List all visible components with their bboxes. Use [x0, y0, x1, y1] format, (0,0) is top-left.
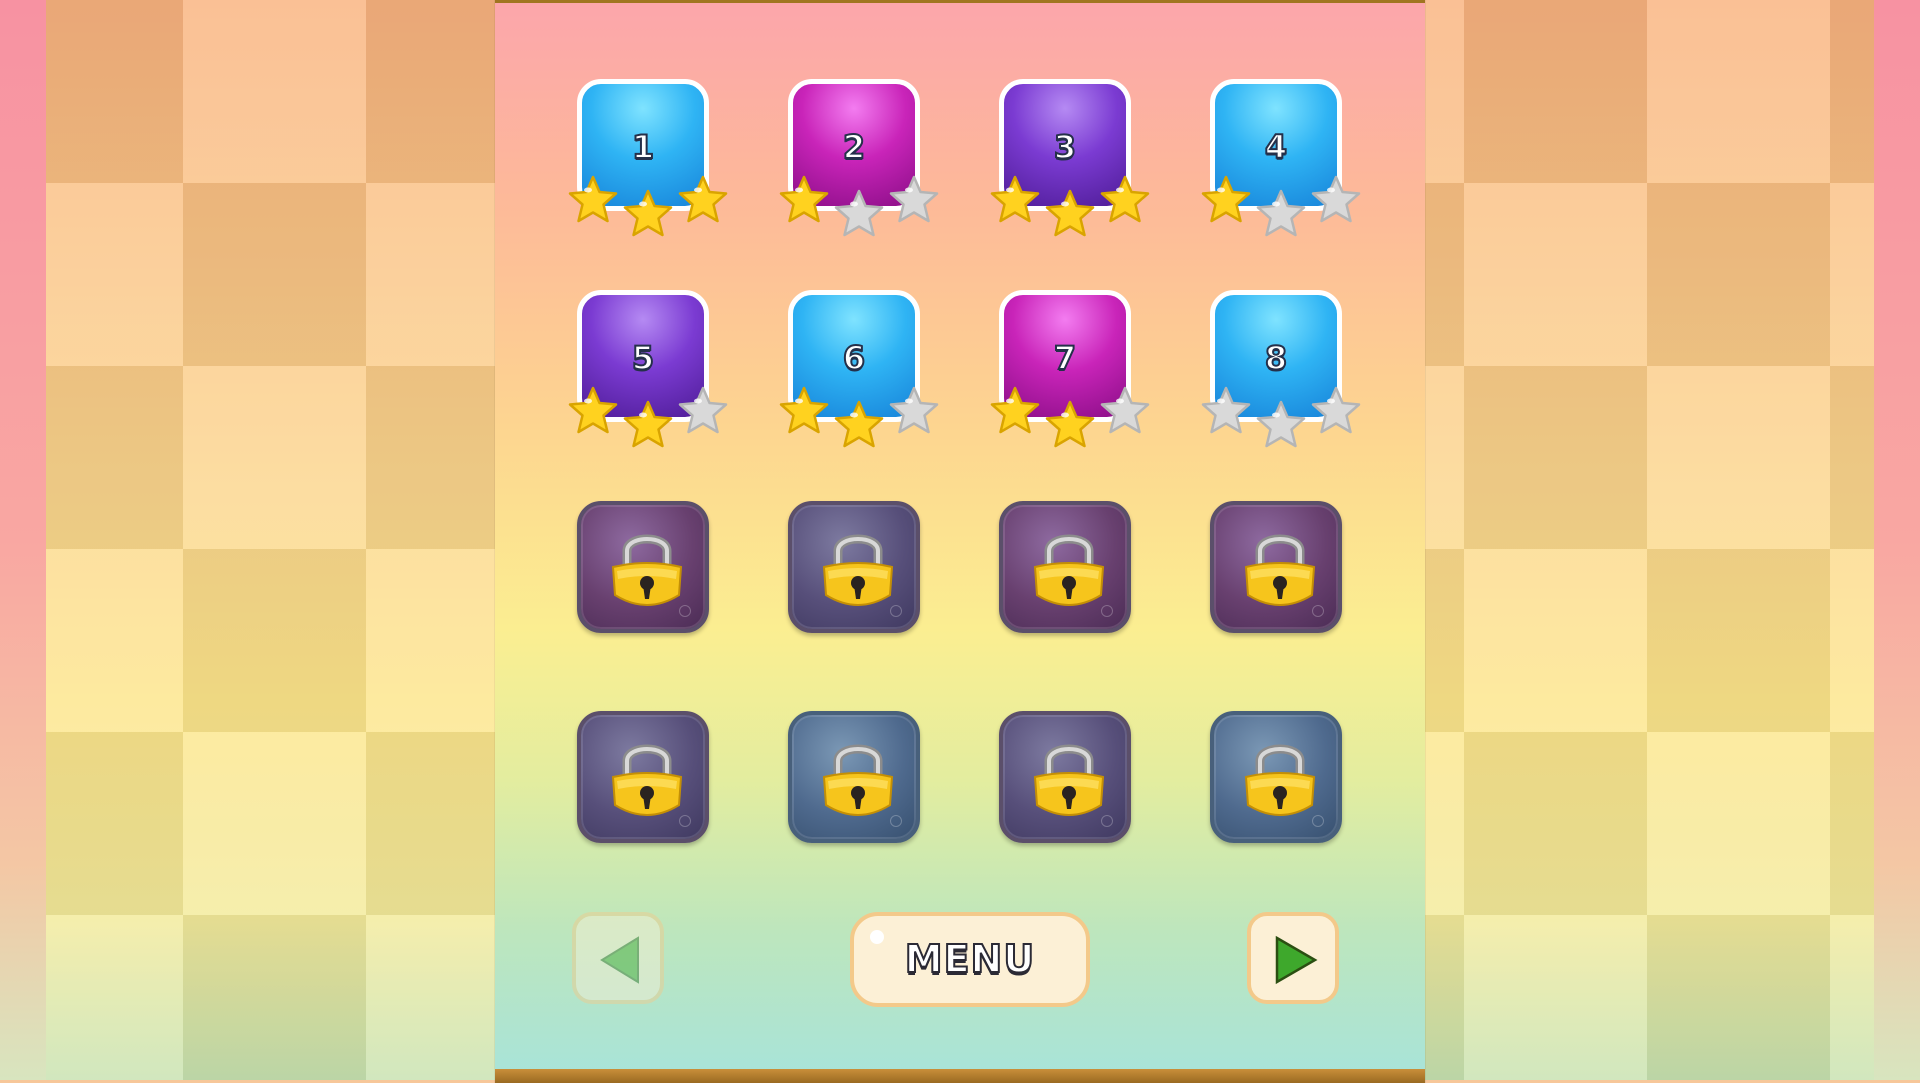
star-filled-icon: [832, 399, 886, 453]
level-select-panel: 1 2 3 4 5 6 7 8 MENU: [495, 0, 1425, 1083]
star-filled-icon: [777, 385, 831, 439]
tile-gloss: [679, 605, 691, 617]
padlock-icon: [607, 523, 687, 615]
menu-button-label: MENU: [904, 936, 1036, 982]
star-filled-icon: [1043, 399, 1097, 453]
star-empty-icon: [1309, 174, 1363, 228]
level-number: 8: [1264, 338, 1288, 378]
star-filled-icon: [566, 385, 620, 439]
right-edge-strip: [1874, 0, 1920, 1080]
arrow-right-icon: [1275, 935, 1318, 985]
level-number: 4: [1264, 127, 1288, 167]
panel-bottom-bar: [495, 1069, 1425, 1083]
star-empty-icon: [1254, 399, 1308, 453]
padlock-icon: [818, 733, 898, 825]
level-number: 5: [631, 338, 655, 378]
level-button-1[interactable]: 1: [568, 79, 728, 237]
locked-level-button[interactable]: [577, 501, 709, 633]
level-number: 7: [1053, 338, 1077, 378]
arrow-left-icon: [600, 936, 639, 984]
padlock-icon: [1029, 733, 1109, 825]
star-empty-icon: [1199, 385, 1253, 439]
tile-gloss: [679, 815, 691, 827]
star-filled-icon: [566, 174, 620, 228]
star-rating: [988, 174, 1152, 244]
tile-gloss: [1312, 815, 1324, 827]
locked-level-button[interactable]: [999, 711, 1131, 843]
previous-page-button[interactable]: [572, 912, 664, 1004]
star-empty-icon: [887, 174, 941, 228]
left-edge-strip: [0, 0, 46, 1080]
level-button-3[interactable]: 3: [990, 79, 1150, 237]
locked-level-button[interactable]: [577, 711, 709, 843]
level-button-6[interactable]: 6: [779, 290, 939, 448]
star-rating: [777, 174, 941, 244]
star-empty-icon: [887, 385, 941, 439]
locked-level-button[interactable]: [999, 501, 1131, 633]
star-rating: [566, 385, 730, 455]
star-filled-icon: [988, 385, 1042, 439]
padlock-icon: [1240, 523, 1320, 615]
tile-gloss: [890, 605, 902, 617]
tile-gloss: [1101, 605, 1113, 617]
level-button-7[interactable]: 7: [990, 290, 1150, 448]
level-number: 6: [842, 338, 866, 378]
tile-gloss: [1101, 815, 1113, 827]
level-number: 1: [631, 127, 655, 167]
locked-level-button[interactable]: [788, 501, 920, 633]
padlock-icon: [1240, 733, 1320, 825]
locked-level-button[interactable]: [1210, 711, 1342, 843]
level-button-5[interactable]: 5: [568, 290, 728, 448]
level-button-2[interactable]: 2: [779, 79, 939, 237]
locked-level-button[interactable]: [788, 711, 920, 843]
tile-gloss: [1312, 605, 1324, 617]
level-number: 2: [842, 127, 866, 167]
locked-level-button[interactable]: [1210, 501, 1342, 633]
star-rating: [1199, 174, 1363, 244]
level-button-4[interactable]: 4: [1201, 79, 1361, 237]
star-empty-icon: [1254, 188, 1308, 242]
button-shine: [870, 930, 884, 944]
star-filled-icon: [777, 174, 831, 228]
star-rating: [1199, 385, 1363, 455]
padlock-icon: [607, 733, 687, 825]
menu-button[interactable]: MENU: [850, 912, 1090, 1007]
star-filled-icon: [1199, 174, 1253, 228]
star-rating: [777, 385, 941, 455]
star-empty-icon: [1098, 385, 1152, 439]
star-rating: [988, 385, 1152, 455]
star-filled-icon: [621, 188, 675, 242]
padlock-icon: [1029, 523, 1109, 615]
star-filled-icon: [676, 174, 730, 228]
star-empty-icon: [832, 188, 886, 242]
padlock-icon: [818, 523, 898, 615]
star-empty-icon: [676, 385, 730, 439]
star-filled-icon: [1043, 188, 1097, 242]
star-filled-icon: [988, 174, 1042, 228]
next-page-button[interactable]: [1247, 912, 1339, 1004]
star-rating: [566, 174, 730, 244]
tile-gloss: [890, 815, 902, 827]
level-button-8[interactable]: 8: [1201, 290, 1361, 448]
star-filled-icon: [1098, 174, 1152, 228]
star-empty-icon: [1309, 385, 1363, 439]
star-filled-icon: [621, 399, 675, 453]
level-number: 3: [1053, 127, 1077, 167]
